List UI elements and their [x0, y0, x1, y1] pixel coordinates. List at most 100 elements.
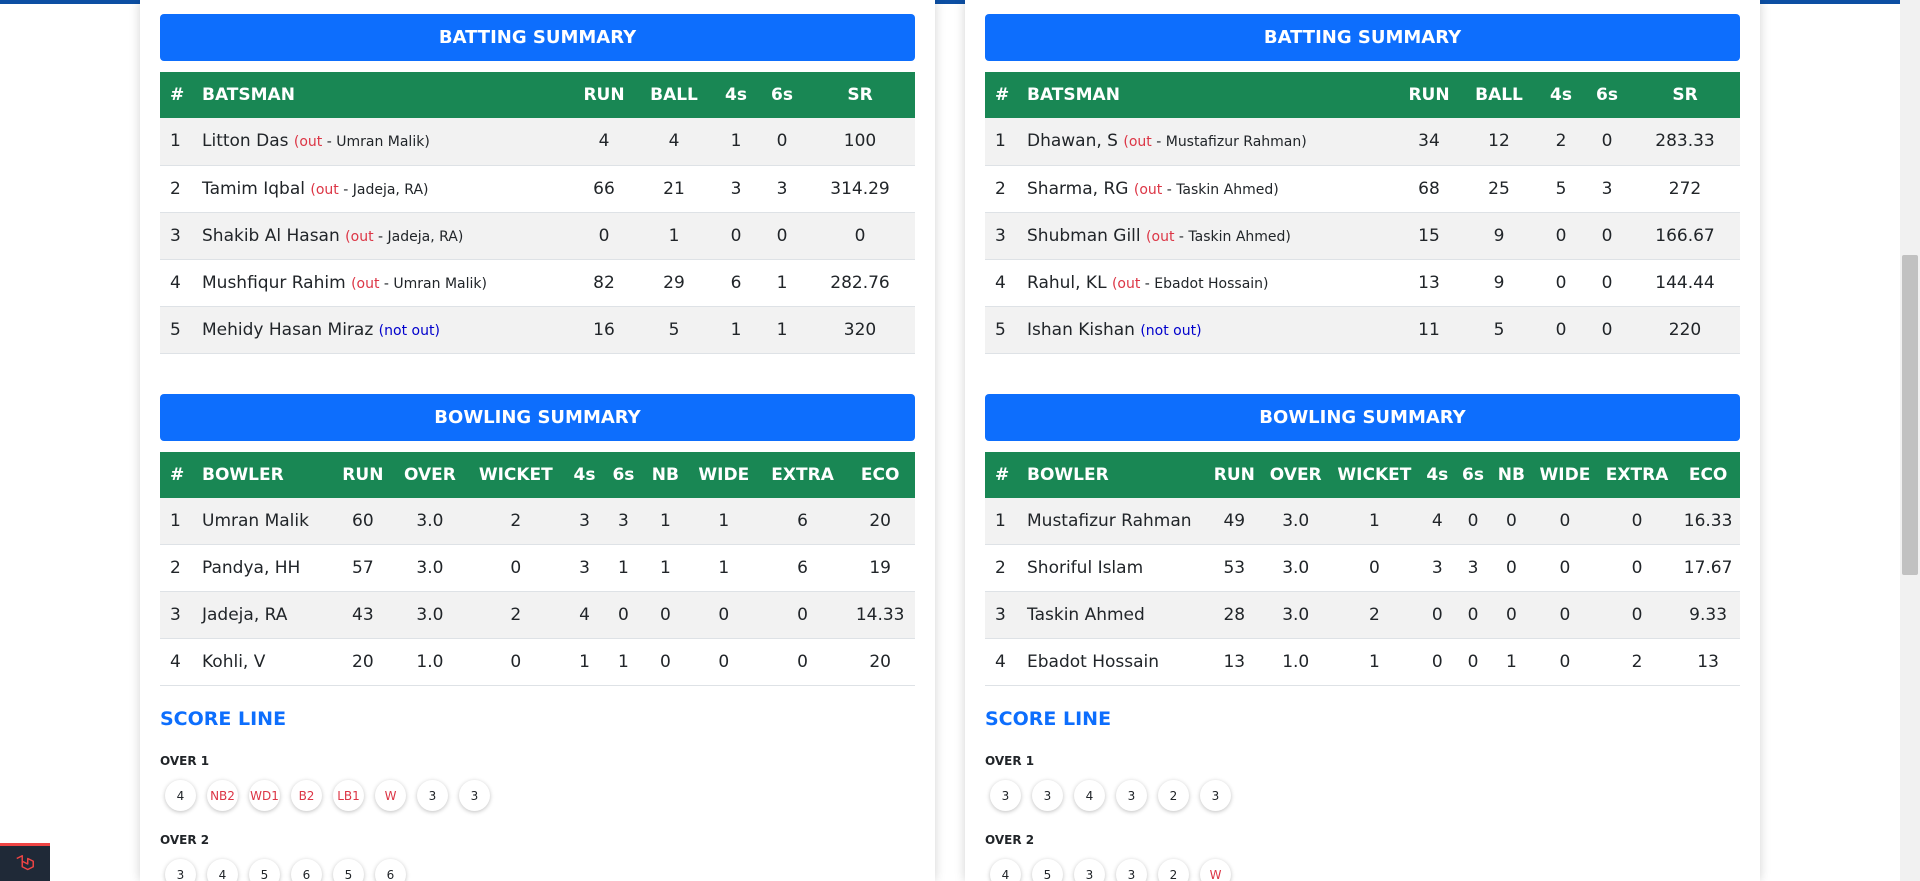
bowling-run-cell: 20 — [332, 638, 394, 686]
batting-col-header: 6s — [771, 85, 793, 105]
batsman-name: Litton Das — [202, 131, 289, 152]
bowling-fours-cell: 0 — [1419, 638, 1456, 686]
batting-ball-cell: 1 — [635, 212, 713, 260]
bowling-eco-cell: 17.67 — [1676, 544, 1740, 592]
dismissal-status: (out - Taskin Ahmed) — [1134, 182, 1279, 198]
dismissal-status: (out - Jadeja, RA) — [345, 229, 463, 245]
bowling-col-header: ECO — [860, 464, 900, 485]
batsman-cell: Shakib Al Hasan (out - Jadeja, RA) — [196, 212, 573, 260]
batting-ball-cell: 12 — [1460, 118, 1538, 166]
bowling-row: 2 Pandya, HH 57 3.0 0 3 1 1 1 6 19 — [160, 544, 915, 592]
bowling-run-cell: 13 — [1206, 638, 1263, 686]
ball-chip: 3 — [1200, 780, 1231, 811]
ball-chip: 4 — [207, 859, 238, 881]
batsman-name: Mushfiqur Rahim — [202, 272, 346, 293]
over-label: OVER 2 — [160, 833, 210, 847]
batting-fours-cell: 0 — [1538, 259, 1584, 307]
batting-run-cell: 66 — [573, 165, 635, 213]
batting-row: 3 Shakib Al Hasan (out - Jadeja, RA) 0 1 0 0 0 — [160, 212, 915, 260]
bowling-wicket-cell: 0 — [466, 638, 566, 686]
bowling-wide-cell: 0 — [687, 638, 760, 686]
row-index: 4 — [985, 259, 1021, 307]
row-index: 4 — [985, 638, 1021, 686]
bowling-nb-cell: 1 — [1490, 638, 1532, 686]
batting-fours-cell: 1 — [713, 306, 759, 354]
batting-fours-cell: 5 — [1538, 165, 1584, 213]
ball-chip: 6 — [375, 859, 406, 881]
bowling-over-cell: 3.0 — [393, 544, 467, 592]
batting-sr-cell: 166.67 — [1630, 212, 1740, 260]
ball-chip: 5 — [249, 859, 280, 881]
over-label: OVER 2 — [985, 833, 1035, 847]
batsman-name: Mehidy Hasan Miraz — [202, 319, 374, 340]
batting-run-cell: 0 — [573, 212, 635, 260]
batting-sr-cell: 100 — [805, 118, 915, 166]
batting-row: 5 Mehidy Hasan Miraz (not out) 16 5 1 1 320 — [160, 306, 915, 354]
row-index: 3 — [985, 212, 1021, 260]
scrollbar-thumb[interactable] — [1902, 255, 1918, 575]
batting-summary-header: BATTING SUMMARY — [160, 14, 915, 61]
batting-ball-cell: 5 — [1460, 306, 1538, 354]
batting-fours-cell: 6 — [713, 259, 759, 307]
bowling-wide-cell: 0 — [1531, 497, 1598, 545]
bowling-row: 3 Taskin Ahmed 28 3.0 2 0 0 0 0 0 9.33 — [985, 591, 1740, 639]
bowling-row: 2 Shoriful Islam 53 3.0 0 3 3 0 0 0 17.67 — [985, 544, 1740, 592]
row-index: 5 — [160, 306, 196, 354]
batting-sr-cell: 220 — [1630, 306, 1740, 354]
batsman-name: Tamim Iqbal — [202, 178, 305, 199]
bowling-extra-cell: 6 — [759, 544, 846, 592]
bowling-fours-cell: 3 — [565, 544, 604, 592]
bowler-name: Taskin Ahmed — [1021, 591, 1207, 639]
dismissed-by: - Taskin Ahmed) — [1174, 228, 1291, 245]
bowling-run-cell: 49 — [1206, 497, 1263, 545]
batting-run-cell: 4 — [573, 118, 635, 166]
score-line-title: SCORE LINE — [985, 708, 1112, 730]
laravel-logo-icon[interactable] — [0, 843, 50, 881]
bowling-over-cell: 3.0 — [1262, 497, 1330, 545]
batting-fours-cell: 1 — [713, 118, 759, 166]
bowling-nb-cell: 0 — [1490, 544, 1532, 592]
bowling-col-header: OVER — [403, 464, 456, 485]
score-line-title: SCORE LINE — [160, 708, 287, 730]
batting-col-header: # — [995, 85, 1010, 105]
not-out-status: (not out) — [1140, 322, 1202, 339]
dismissed-by: - Mustafizur Rahman) — [1151, 134, 1307, 151]
bowling-nb-cell: 0 — [1490, 497, 1532, 545]
dismissed-by: - Umran Malik) — [322, 134, 430, 151]
batting-sixes-cell: 3 — [1584, 165, 1630, 213]
bowling-over-cell: 3.0 — [1262, 544, 1330, 592]
bowling-col-header: 4s — [573, 464, 596, 485]
batting-table: # BATSMAN RUN BALL 4s 6s SR 1 Litton Das (out - … — [160, 72, 915, 354]
bowler-name: Shoriful Islam — [1021, 544, 1207, 592]
batting-ball-cell: 9 — [1460, 259, 1538, 307]
ball-chip: 4 — [165, 780, 196, 811]
batting-col-header: RUN — [1408, 85, 1450, 105]
row-index: 3 — [160, 212, 196, 260]
bowling-col-header: ECO — [1688, 464, 1728, 485]
bowling-nb-cell: 0 — [642, 638, 688, 686]
bowling-sixes-cell: 0 — [1455, 497, 1491, 545]
bowling-col-header: WIDE — [1539, 464, 1591, 485]
bowling-sixes-cell: 1 — [603, 638, 643, 686]
ball-chip: B2 — [291, 780, 322, 811]
batting-ball-cell: 9 — [1460, 212, 1538, 260]
batsman-cell: Mehidy Hasan Miraz (not out) — [196, 306, 573, 354]
batting-ball-cell: 5 — [635, 306, 713, 354]
row-index: 4 — [160, 259, 196, 307]
bowling-table: # BOWLER RUN OVER WICKET 4s 6s NB WIDE EXTRA ECO 1 M… — [985, 451, 1740, 686]
row-index: 4 — [160, 638, 196, 686]
batting-row: 1 Litton Das (out - Umran Malik) 4 4 1 0 100 — [160, 118, 915, 166]
bowling-eco-cell: 20 — [845, 638, 915, 686]
batting-sr-cell: 282.76 — [805, 259, 915, 307]
bowling-table-body: 1 Mustafizur Rahman 49 3.0 1 4 0 0 0 0 16.33 2 Shori… — [985, 497, 1740, 686]
batting-col-header: RUN — [583, 85, 625, 105]
bowling-fours-cell: 0 — [1419, 591, 1456, 639]
batsman-name: Dhawan, S — [1027, 131, 1118, 152]
not-out-status: (not out) — [378, 322, 440, 339]
bowling-eco-cell: 13 — [1676, 638, 1740, 686]
batting-fours-cell: 2 — [1538, 118, 1584, 166]
bowling-over-cell: 3.0 — [393, 497, 467, 545]
bowling-col-header: BOWLER — [1027, 464, 1109, 485]
row-index: 5 — [985, 306, 1021, 354]
bowling-wicket-cell: 2 — [1329, 591, 1420, 639]
